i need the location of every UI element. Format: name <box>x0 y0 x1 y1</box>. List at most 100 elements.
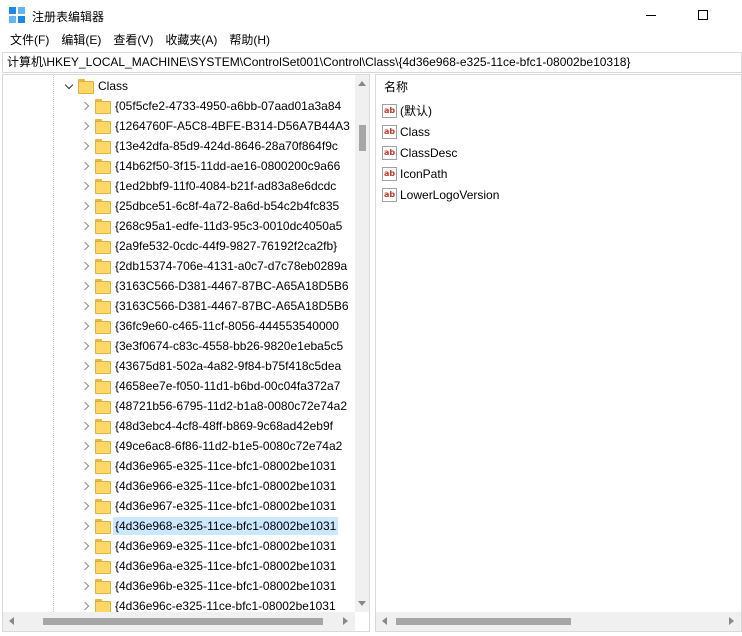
tree-node-label: {268c95a1-edfe-11d3-95c3-0010dc4050a5 <box>115 219 343 233</box>
value-row[interactable]: ab IconPath <box>382 163 447 184</box>
tree-node-label: {25dbce51-6c8f-4a72-8a6d-b54c2b4fc835 <box>115 199 340 213</box>
tree-node[interactable]: {4d36e96b-e325-11ce-bfc1-08002be1031 <box>3 576 355 596</box>
chevron-right-icon[interactable] <box>79 376 91 396</box>
folder-icon <box>95 238 111 254</box>
scroll-right-icon[interactable] <box>729 617 734 625</box>
chevron-right-icon[interactable] <box>79 276 91 296</box>
tree-node[interactable]: {4d36e968-e325-11ce-bfc1-08002be1031 <box>3 516 355 536</box>
value-row[interactable]: ab LowerLogoVersion <box>382 184 499 205</box>
folder-icon <box>95 318 111 334</box>
value-row[interactable]: ab Class <box>382 121 430 142</box>
tree-node[interactable]: {49ce6ac8-6f86-11d2-b1e5-0080c72e74a2 <box>3 436 355 456</box>
maximize-button[interactable] <box>680 0 726 30</box>
chevron-right-icon[interactable] <box>79 556 91 576</box>
chevron-right-icon[interactable] <box>79 596 91 612</box>
tree-node-label: {3163C566-D381-4467-87BC-A65A18D5B6 <box>115 279 349 293</box>
tree-node[interactable]: {4d36e96c-e325-11ce-bfc1-08002be1031 <box>3 596 355 612</box>
tree-node[interactable]: {4658ee7e-f050-11d1-b6bd-00c04fa372a7 <box>3 376 355 396</box>
tree-node-label: Class <box>98 79 129 93</box>
chevron-right-icon[interactable] <box>79 536 91 556</box>
values-horizontal-scrollbar[interactable] <box>376 612 741 631</box>
tree-node[interactable]: {3163C566-D381-4467-87BC-A65A18D5B6 <box>3 296 355 316</box>
chevron-right-icon[interactable] <box>79 176 91 196</box>
scroll-down-icon[interactable] <box>358 601 366 606</box>
tree-vertical-scrollbar[interactable] <box>355 75 369 612</box>
chevron-right-icon[interactable] <box>79 116 91 136</box>
chevron-right-icon[interactable] <box>79 216 91 236</box>
string-value-icon: ab <box>382 187 397 202</box>
chevron-right-icon[interactable] <box>79 96 91 116</box>
tree-node[interactable]: {25dbce51-6c8f-4a72-8a6d-b54c2b4fc835 <box>3 196 355 216</box>
folder-icon <box>95 278 111 294</box>
chevron-right-icon[interactable] <box>79 196 91 216</box>
tree-node[interactable]: {4d36e967-e325-11ce-bfc1-08002be1031 <box>3 496 355 516</box>
minimize-icon <box>646 14 656 16</box>
tree-node[interactable]: {4d36e969-e325-11ce-bfc1-08002be1031 <box>3 536 355 556</box>
value-row[interactable]: ab ClassDesc <box>382 142 457 163</box>
tree-node[interactable]: {14b62f50-3f15-11dd-ae16-0800200c9a66 <box>3 156 355 176</box>
tree-node[interactable]: {48d3ebc4-4cf8-48ff-b869-9c68ad42eb9f <box>3 416 355 436</box>
chevron-right-icon[interactable] <box>79 496 91 516</box>
chevron-right-icon[interactable] <box>79 136 91 156</box>
chevron-right-icon[interactable] <box>79 356 91 376</box>
scroll-left-icon[interactable] <box>382 617 387 625</box>
tree-node[interactable]: {1ed2bbf9-11f0-4084-b21f-ad83a8e6dcdc <box>3 176 355 196</box>
chevron-right-icon[interactable] <box>79 336 91 356</box>
chevron-right-icon[interactable] <box>79 156 91 176</box>
folder-open-icon <box>78 78 94 94</box>
chevron-right-icon[interactable] <box>79 476 91 496</box>
chevron-right-icon[interactable] <box>79 456 91 476</box>
column-header-name[interactable]: 名称 <box>376 75 736 99</box>
menu-file[interactable]: 文件(F) <box>4 30 55 51</box>
tree-node[interactable]: {1264760F-A5C8-4BFE-B314-D56A7B44A3 <box>3 116 355 136</box>
tree-node-class[interactable]: Class <box>3 76 355 96</box>
tree-node[interactable]: {36fc9e60-c465-11cf-8056-444553540000 <box>3 316 355 336</box>
tree-node-label: {14b62f50-3f15-11dd-ae16-0800200c9a66 <box>115 159 341 173</box>
value-row[interactable]: ab (默认) <box>382 100 432 121</box>
chevron-right-icon[interactable] <box>79 236 91 256</box>
values-pane: 名称 ab (默认) ab Class ab ClassDesc ab IconPath ab L… <box>375 74 742 632</box>
chevron-right-icon[interactable] <box>79 316 91 336</box>
tree-node-label: {4658ee7e-f050-11d1-b6bd-00c04fa372a7 <box>115 379 341 393</box>
scroll-right-icon[interactable] <box>343 617 348 625</box>
tree-node[interactable]: {05f5cfe2-4733-4950-a6bb-07aad01a3a84 <box>3 96 355 116</box>
tree-node[interactable]: {4d36e965-e325-11ce-bfc1-08002be1031 <box>3 456 355 476</box>
tree-node[interactable]: {2db15374-706e-4131-a0c7-d7c78eb0289a <box>3 256 355 276</box>
chevron-right-icon[interactable] <box>79 576 91 596</box>
value-name: (默认) <box>400 104 432 118</box>
chevron-right-icon[interactable] <box>79 516 91 536</box>
chevron-right-icon[interactable] <box>79 296 91 316</box>
chevron-right-icon[interactable] <box>79 256 91 276</box>
tree-node[interactable]: {4d36e966-e325-11ce-bfc1-08002be1031 <box>3 476 355 496</box>
tree-horizontal-scrollbar[interactable] <box>3 612 355 631</box>
address-bar[interactable]: 计算机\HKEY_LOCAL_MACHINE\SYSTEM\ControlSet… <box>2 52 742 73</box>
tree-node-label: {4d36e965-e325-11ce-bfc1-08002be1031 <box>115 459 337 473</box>
tree-node[interactable]: {268c95a1-edfe-11d3-95c3-0010dc4050a5 <box>3 216 355 236</box>
scroll-thumb[interactable] <box>43 618 323 625</box>
tree-node-label: {4d36e969-e325-11ce-bfc1-08002be1031 <box>115 539 337 553</box>
tree-node[interactable]: {2a9fe532-0cdc-44f9-9827-76192f2ca2fb} <box>3 236 355 256</box>
tree-node[interactable]: {3163C566-D381-4467-87BC-A65A18D5B6 <box>3 276 355 296</box>
tree-node-label: {3e3f0674-c83c-4558-bb26-9820e1eba5c5 <box>115 339 344 353</box>
tree-node[interactable]: {13e42dfa-85d9-424d-8646-28a70f864f9c <box>3 136 355 156</box>
menu-favorites[interactable]: 收藏夹(A) <box>159 30 223 51</box>
menu-view[interactable]: 查看(V) <box>107 30 159 51</box>
tree-node-label: {36fc9e60-c465-11cf-8056-444553540000 <box>115 319 339 333</box>
menu-help[interactable]: 帮助(H) <box>223 30 276 51</box>
tree-node[interactable]: {48721b56-6795-11d2-b1a8-0080c72e74a2 <box>3 396 355 416</box>
scroll-thumb[interactable] <box>396 618 571 625</box>
chevron-right-icon[interactable] <box>79 416 91 436</box>
chevron-right-icon[interactable] <box>79 396 91 416</box>
tree-node[interactable]: {3e3f0674-c83c-4558-bb26-9820e1eba5c5 <box>3 336 355 356</box>
minimize-button[interactable] <box>628 0 674 30</box>
tree-node[interactable]: {4d36e96a-e325-11ce-bfc1-08002be1031 <box>3 556 355 576</box>
chevron-right-icon[interactable] <box>79 436 91 456</box>
scroll-thumb[interactable] <box>359 125 366 151</box>
chevron-down-icon[interactable] <box>63 76 75 96</box>
folder-icon <box>95 498 111 514</box>
scroll-left-icon[interactable] <box>9 617 14 625</box>
folder-icon <box>95 438 111 454</box>
scroll-up-icon[interactable] <box>358 81 366 86</box>
tree-node[interactable]: {43675d81-502a-4a82-9f84-b75f418c5dea <box>3 356 355 376</box>
menu-edit[interactable]: 编辑(E) <box>55 30 107 51</box>
